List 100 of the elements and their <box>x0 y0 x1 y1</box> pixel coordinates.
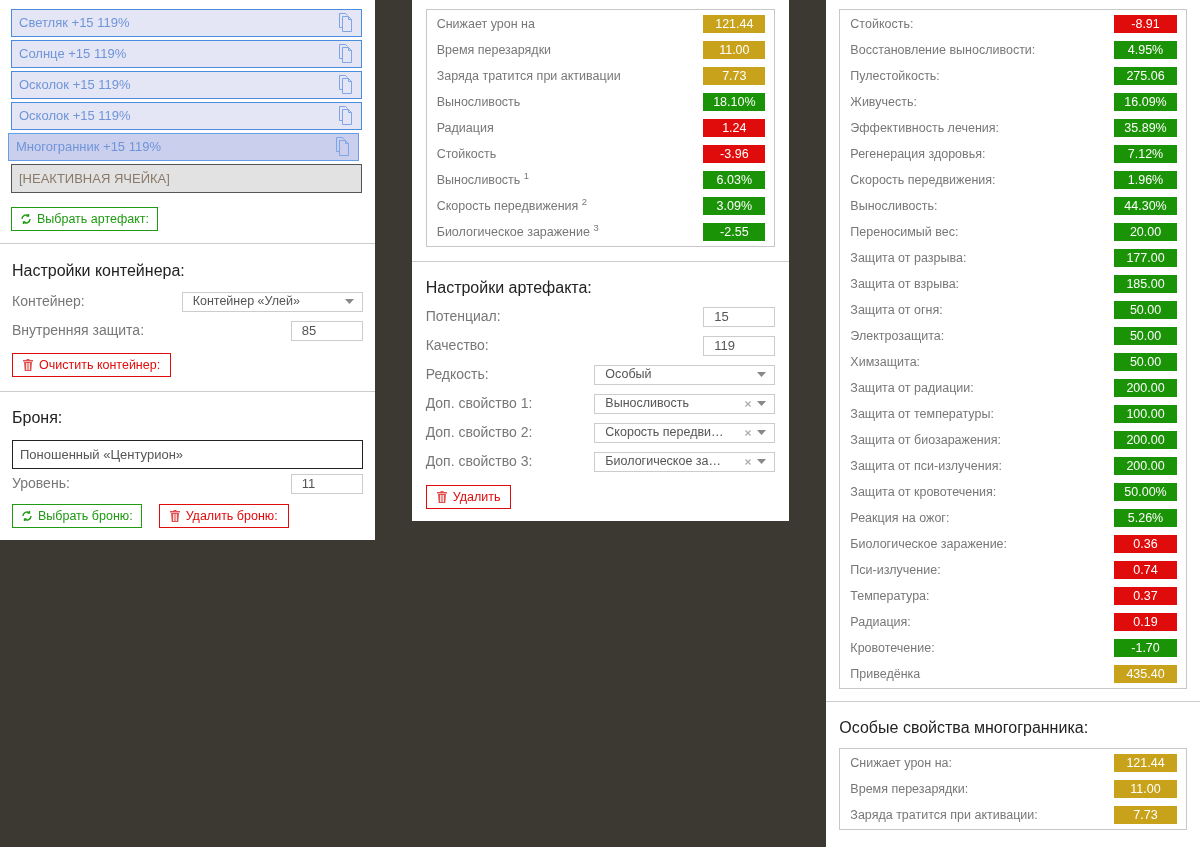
stat-label: Защита от кровотечения: <box>850 483 997 501</box>
stat-value: 185.00 <box>1114 275 1177 293</box>
stat-label: Регенерация здоровья: <box>850 145 986 163</box>
stat-label: Время перезарядки: <box>850 780 969 798</box>
dropdown[interactable]: Особый <box>594 364 776 385</box>
stat-label: Снижает урон на <box>436 15 535 33</box>
copy-icon[interactable] <box>334 137 351 157</box>
number-field[interactable]: 11 <box>290 473 363 494</box>
select-button[interactable]: Выбрать броню: <box>12 504 142 528</box>
number-field[interactable]: 85 <box>290 320 363 341</box>
section-title: Настройки контейнера: <box>12 261 186 281</box>
stat-label: Время перезарядки <box>436 41 552 59</box>
caret-icon <box>344 299 354 304</box>
stat-label: Восстановление выносливости: <box>850 41 1036 59</box>
field-label: Редкость: <box>425 365 489 384</box>
copy-icon[interactable] <box>337 13 354 33</box>
field-label: Внутренняя защита: <box>12 321 145 340</box>
stat-value: 35.89% <box>1114 119 1177 137</box>
stat-value: 0.36 <box>1114 535 1177 553</box>
stat-value: 50.00 <box>1114 327 1177 345</box>
stat-label: Биологическое заражение $^{3}$ <box>436 222 599 241</box>
stat-label: Радиация: <box>850 613 911 631</box>
stat-label: Защита от огня: <box>850 301 943 319</box>
copy-icon[interactable] <box>337 106 354 126</box>
stat-value: 7.12% <box>1114 145 1177 163</box>
caret-icon <box>757 459 767 464</box>
stat-label: Скорость передвижения: <box>850 171 996 189</box>
number-field[interactable]: 15 <box>703 306 776 327</box>
stat-label: Выносливость <box>436 93 521 111</box>
stat-label: Пси-излучение: <box>850 561 941 579</box>
stat-value: 50.00 <box>1114 301 1177 319</box>
refresh-icon <box>20 213 32 225</box>
stat-value: 275.06 <box>1114 67 1177 85</box>
stat-label: Стойкость: <box>850 15 914 33</box>
stat-value: -3.96 <box>703 145 766 163</box>
field-label: Доп. свойство 1: <box>425 394 533 413</box>
stat-label: Электрозащита: <box>850 327 945 345</box>
dropdown[interactable]: Биологическое за… <box>594 451 776 472</box>
stat-value: 44.30% <box>1114 197 1177 215</box>
dropdown[interactable]: Выносливость <box>594 393 776 414</box>
field-label: Доп. свойство 2: <box>425 423 533 442</box>
stat-value: 121.44 <box>703 15 766 33</box>
stat-value: 200.00 <box>1114 431 1177 449</box>
stat-value: 100.00 <box>1114 405 1177 423</box>
clear-icon[interactable] <box>745 429 752 436</box>
stat-value: 11.00 <box>703 41 766 59</box>
field-label: Качество: <box>425 336 489 355</box>
delete-button[interactable]: Удалить <box>425 485 512 509</box>
section-title: Особые свойства многогранника: <box>839 718 1090 738</box>
stat-label: Реакция на ожог: <box>850 509 950 527</box>
stat-value: 121.44 <box>1114 754 1177 772</box>
stat-value: 177.00 <box>1114 249 1177 267</box>
stat-value: 1.24 <box>703 119 766 137</box>
clear-icon[interactable] <box>745 400 752 407</box>
stat-value: 0.74 <box>1114 561 1177 579</box>
caret-icon <box>757 372 767 377</box>
stat-value: 435.40 <box>1114 665 1177 683</box>
number-field[interactable]: 119 <box>703 335 776 356</box>
stat-value: 5.26% <box>1114 509 1177 527</box>
clear-icon[interactable] <box>745 458 752 465</box>
stat-value: 16.09% <box>1114 93 1177 111</box>
stat-label: Выносливость $^{1}$ <box>436 170 529 189</box>
stat-label: Кровотечение: <box>850 639 935 657</box>
dropdown[interactable]: Скорость передви… <box>594 422 776 443</box>
stat-label: Живучесть: <box>850 93 917 111</box>
stat-label: Снижает урон на: <box>850 754 953 772</box>
stat-value: -2.55 <box>703 223 766 241</box>
caret-icon <box>757 401 767 406</box>
stat-value: 50.00 <box>1114 353 1177 371</box>
stat-value: 0.19 <box>1114 613 1177 631</box>
select-button[interactable]: Выбрать артефакт: <box>11 207 159 231</box>
stat-value: 50.00% <box>1114 483 1177 501</box>
stat-label: Выносливость: <box>850 197 938 215</box>
field-label: Потенциал: <box>425 307 501 326</box>
armor-name-field[interactable]: Поношенный «Центурион» <box>12 440 363 469</box>
dropdown[interactable]: Контейнер «Улей» <box>181 291 363 312</box>
stat-label: Химзащита: <box>850 353 921 371</box>
copy-icon[interactable] <box>337 75 354 95</box>
stat-value: -1.70 <box>1114 639 1177 657</box>
trash-icon <box>436 491 447 503</box>
field-label: Доп. свойство 3: <box>425 452 533 471</box>
stat-label: Переносимый вес: <box>850 223 959 241</box>
stat-value: -8.91 <box>1114 15 1177 33</box>
stat-value: 6.03% <box>703 171 766 189</box>
stat-value: 7.73 <box>1114 806 1177 824</box>
stat-label: Стойкость <box>436 145 497 163</box>
stat-value: 11.00 <box>1114 780 1177 798</box>
stat-label: Приведёнка <box>850 665 921 683</box>
copy-icon[interactable] <box>337 44 354 64</box>
stat-label: Радиация <box>436 119 494 137</box>
stat-value: 7.73 <box>703 67 766 85</box>
stat-value: 1.96% <box>1114 171 1177 189</box>
stat-value: 3.09% <box>703 197 766 215</box>
stat-label: Заряда тратится при активации <box>436 67 621 85</box>
delete-button[interactable]: Удалить броню: <box>158 504 289 528</box>
section-title: Броня: <box>12 408 64 428</box>
stat-label: Температура: <box>850 587 930 605</box>
clear-button[interactable]: Очистить контейнер: <box>12 353 172 377</box>
section-title: Настройки артефакта: <box>425 278 593 298</box>
trash-icon <box>23 359 33 371</box>
